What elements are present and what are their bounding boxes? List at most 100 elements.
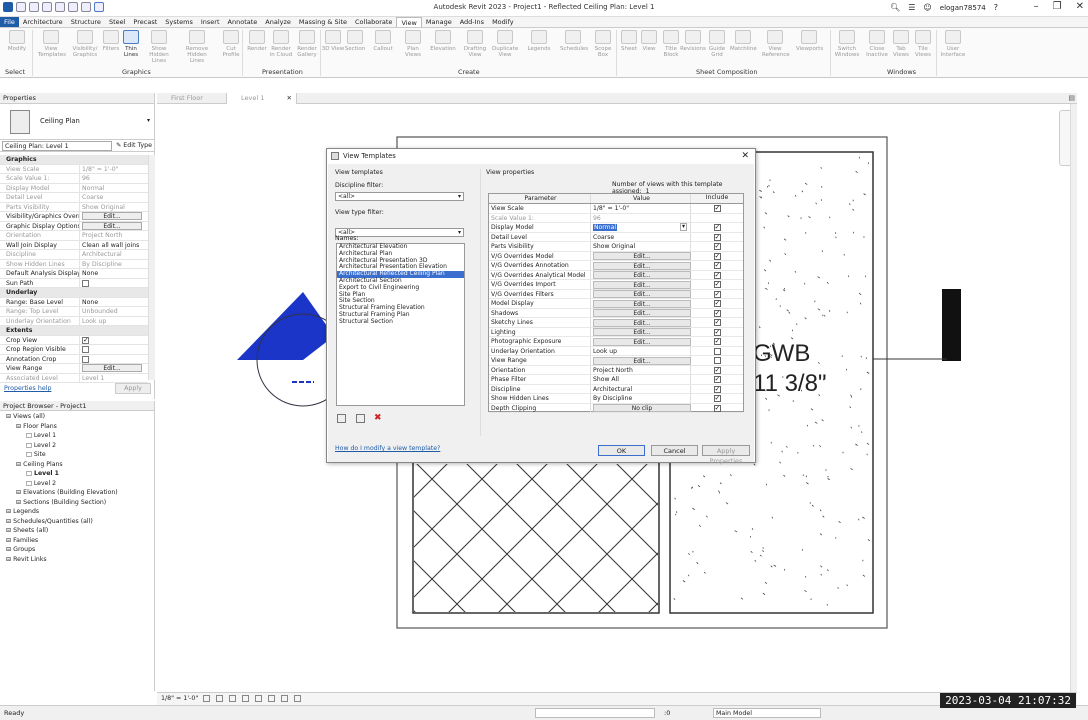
properties-scrollbar[interactable] bbox=[148, 155, 155, 380]
tree-item[interactable]: □ Site bbox=[0, 450, 154, 460]
edit-button[interactable]: Edit... bbox=[593, 328, 691, 336]
tab-insert[interactable]: Insert bbox=[197, 17, 224, 27]
tile-views-button[interactable]: Tile Views bbox=[910, 30, 936, 58]
property-value[interactable]: Edit... bbox=[79, 364, 148, 373]
schedules-button[interactable]: Schedules bbox=[560, 30, 588, 52]
property-value[interactable]: None bbox=[79, 297, 148, 306]
edit-button[interactable]: Edit... bbox=[593, 252, 691, 260]
include-checkbox[interactable] bbox=[713, 223, 721, 231]
view-icon[interactable]: □ bbox=[26, 480, 34, 487]
property-value[interactable] bbox=[79, 335, 148, 344]
display-model-select[interactable]: Normal ▾ bbox=[591, 223, 691, 232]
edit-button[interactable]: Edit... bbox=[593, 271, 691, 279]
parameter-value[interactable]: Show All bbox=[591, 375, 691, 384]
tab-level-1[interactable]: Level 1 ✕ bbox=[227, 93, 297, 104]
properties-help-link[interactable]: Properties help bbox=[4, 385, 51, 392]
apply-properties-button[interactable]: Apply Properties bbox=[702, 445, 750, 465]
property-value[interactable]: Level 1 bbox=[79, 373, 148, 382]
view-icon[interactable]: □ bbox=[26, 432, 34, 439]
property-value[interactable] bbox=[79, 278, 148, 287]
view-scale[interactable]: 1/8" = 1'-0" bbox=[161, 695, 198, 702]
include-checkbox[interactable] bbox=[713, 204, 721, 212]
tree-item[interactable]: ⊟ Legends bbox=[0, 507, 154, 517]
drafting-view-button[interactable]: Drafting View bbox=[462, 30, 488, 58]
parameter-value[interactable]: Edit... bbox=[591, 337, 691, 346]
parameter-value[interactable]: Edit... bbox=[591, 318, 691, 327]
tab-add-ins[interactable]: Add-Ins bbox=[456, 17, 488, 27]
parameter-column-header[interactable]: Parameter bbox=[489, 194, 591, 203]
property-value[interactable]: Coarse bbox=[79, 193, 148, 202]
switch-windows-button[interactable]: Switch Windows bbox=[834, 30, 860, 58]
elevation-button[interactable]: Elevation bbox=[430, 30, 456, 52]
parameter-value[interactable]: Edit... bbox=[591, 356, 691, 365]
close-inactive-button[interactable]: Close Inactive bbox=[864, 30, 890, 58]
property-checkbox[interactable] bbox=[82, 279, 89, 287]
edit-button[interactable]: Edit... bbox=[593, 356, 691, 365]
property-value[interactable]: Project North bbox=[79, 231, 148, 240]
tree-item[interactable]: ⊟ Floor Plans bbox=[0, 422, 154, 432]
workset-selector[interactable] bbox=[535, 708, 655, 718]
property-value[interactable]: Edit... bbox=[79, 212, 148, 221]
dialog-close-button[interactable]: ✕ bbox=[741, 149, 749, 163]
crop-view-icon[interactable] bbox=[255, 695, 262, 702]
include-checkbox[interactable] bbox=[713, 271, 721, 279]
tab-analyze[interactable]: Analyze bbox=[261, 17, 295, 27]
property-checkbox[interactable] bbox=[82, 336, 89, 344]
parameter-value[interactable]: Edit... bbox=[591, 261, 691, 270]
help-link[interactable]: How do I modify a view template? bbox=[335, 445, 440, 452]
show-hidden-lines-button[interactable]: Show Hidden Lines bbox=[146, 30, 172, 64]
parameter-value[interactable]: Project North bbox=[591, 365, 691, 374]
tab-structure[interactable]: Structure bbox=[67, 17, 105, 27]
modify-button[interactable]: Modify bbox=[4, 30, 30, 52]
tree-item[interactable]: ⊟ Revit Links bbox=[0, 555, 154, 565]
tab-modify[interactable]: Modify bbox=[488, 17, 518, 27]
include-checkbox[interactable] bbox=[713, 385, 721, 393]
property-value[interactable]: Unbounded bbox=[79, 307, 148, 316]
include-checkbox[interactable] bbox=[713, 252, 721, 260]
detail-level-icon[interactable] bbox=[203, 695, 210, 702]
parameter-value[interactable]: Coarse bbox=[591, 232, 691, 241]
ceiling-tag-material[interactable]: GWB bbox=[753, 340, 810, 368]
edit-type-button[interactable]: ✎ Edit Type bbox=[116, 142, 152, 149]
include-checkbox[interactable] bbox=[713, 394, 721, 402]
include-checkbox[interactable] bbox=[713, 309, 721, 317]
view-reference-button[interactable]: View Reference bbox=[762, 30, 790, 58]
property-value[interactable]: Look up bbox=[79, 316, 148, 325]
property-value[interactable] bbox=[79, 345, 148, 354]
visibility-graphics-button[interactable]: Visibility/ Graphics bbox=[72, 30, 98, 58]
minimize-button[interactable]: – bbox=[1034, 1, 1039, 12]
tree-item[interactable]: □ Level 1 bbox=[0, 431, 154, 441]
scope-box-button[interactable]: Scope Box bbox=[590, 30, 616, 58]
type-selector[interactable]: Ceiling Plan ▾ bbox=[0, 104, 154, 140]
edit-button[interactable]: Edit... bbox=[593, 299, 691, 308]
tree-item[interactable]: ⊟ Ceiling Plans bbox=[0, 460, 154, 470]
tab-steel[interactable]: Steel bbox=[105, 17, 129, 27]
view-icon[interactable]: □ bbox=[26, 470, 34, 477]
tree-item[interactable]: □ Level 2 bbox=[0, 479, 154, 489]
edit-button[interactable]: Edit... bbox=[593, 318, 691, 327]
property-checkbox[interactable] bbox=[82, 355, 89, 363]
temp-hide-icon[interactable] bbox=[294, 695, 301, 702]
thin-lines-button[interactable]: Thin Lines bbox=[118, 30, 144, 58]
property-value[interactable]: 1/8" = 1'-0" bbox=[79, 164, 148, 173]
tree-item[interactable]: ⊟ Sheets (all) bbox=[0, 526, 154, 536]
include-checkbox[interactable] bbox=[713, 375, 721, 383]
properties-section[interactable]: Graphics bbox=[0, 155, 148, 165]
edit-button[interactable]: Edit... bbox=[82, 221, 142, 230]
property-value[interactable]: Normal bbox=[79, 183, 148, 192]
tree-item[interactable]: ⊟ Schedules/Quantities (all) bbox=[0, 517, 154, 527]
shadows-icon[interactable] bbox=[242, 695, 249, 702]
parameter-value[interactable]: Edit... bbox=[591, 299, 691, 308]
property-value[interactable]: 96 bbox=[79, 174, 148, 183]
parameter-value[interactable]: By Discipline bbox=[591, 394, 691, 403]
tab-collaborate[interactable]: Collaborate bbox=[351, 17, 396, 27]
property-value[interactable]: Edit... bbox=[79, 221, 148, 230]
value-column-header[interactable]: Value bbox=[591, 194, 691, 203]
vertical-scrollbar[interactable] bbox=[1070, 104, 1077, 692]
edit-button[interactable]: Edit... bbox=[593, 290, 691, 298]
duplicate-icon[interactable] bbox=[337, 414, 346, 423]
discipline-filter-select[interactable]: <all> bbox=[335, 192, 464, 201]
include-checkbox[interactable] bbox=[713, 347, 721, 355]
search-icon[interactable]: 🔍︎ bbox=[890, 3, 900, 12]
render-button[interactable]: Render bbox=[244, 30, 270, 52]
